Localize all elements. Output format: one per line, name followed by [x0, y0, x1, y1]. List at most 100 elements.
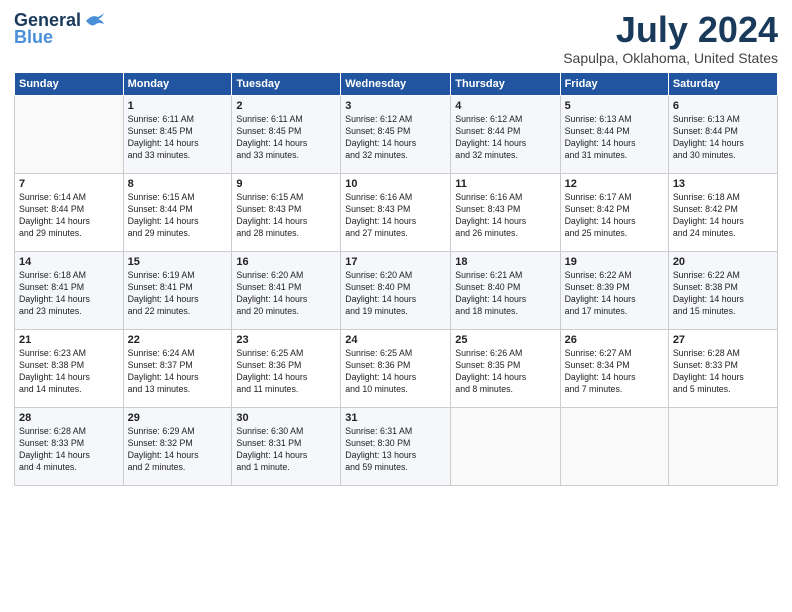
header-row: Sunday Monday Tuesday Wednesday Thursday… — [15, 72, 778, 95]
calendar-cell: 3Sunrise: 6:12 AM Sunset: 8:45 PM Daylig… — [341, 95, 451, 173]
calendar-cell: 1Sunrise: 6:11 AM Sunset: 8:45 PM Daylig… — [123, 95, 232, 173]
calendar-cell: 6Sunrise: 6:13 AM Sunset: 8:44 PM Daylig… — [668, 95, 777, 173]
header: General Blue July 2024 Sapulpa, Oklahoma… — [14, 10, 778, 66]
cell-info: Sunrise: 6:16 AM Sunset: 8:43 PM Dayligh… — [455, 192, 555, 240]
day-number: 15 — [128, 255, 228, 270]
col-tuesday: Tuesday — [232, 72, 341, 95]
calendar-cell: 18Sunrise: 6:21 AM Sunset: 8:40 PM Dayli… — [451, 251, 560, 329]
day-number: 21 — [19, 333, 119, 348]
week-row-3: 21Sunrise: 6:23 AM Sunset: 8:38 PM Dayli… — [15, 329, 778, 407]
cell-info: Sunrise: 6:31 AM Sunset: 8:30 PM Dayligh… — [345, 426, 446, 474]
day-number: 7 — [19, 177, 119, 192]
day-number: 31 — [345, 411, 446, 426]
calendar-cell: 24Sunrise: 6:25 AM Sunset: 8:36 PM Dayli… — [341, 329, 451, 407]
cell-info: Sunrise: 6:15 AM Sunset: 8:43 PM Dayligh… — [236, 192, 336, 240]
day-number: 17 — [345, 255, 446, 270]
day-number: 9 — [236, 177, 336, 192]
cell-info: Sunrise: 6:16 AM Sunset: 8:43 PM Dayligh… — [345, 192, 446, 240]
col-friday: Friday — [560, 72, 668, 95]
day-number: 10 — [345, 177, 446, 192]
logo-bird-icon — [84, 12, 106, 30]
cell-info: Sunrise: 6:19 AM Sunset: 8:41 PM Dayligh… — [128, 270, 228, 318]
cell-info: Sunrise: 6:28 AM Sunset: 8:33 PM Dayligh… — [673, 348, 773, 396]
cell-info: Sunrise: 6:22 AM Sunset: 8:38 PM Dayligh… — [673, 270, 773, 318]
cell-info: Sunrise: 6:27 AM Sunset: 8:34 PM Dayligh… — [565, 348, 664, 396]
calendar-cell: 7Sunrise: 6:14 AM Sunset: 8:44 PM Daylig… — [15, 173, 124, 251]
day-number: 14 — [19, 255, 119, 270]
cell-info: Sunrise: 6:13 AM Sunset: 8:44 PM Dayligh… — [673, 114, 773, 162]
day-number: 3 — [345, 99, 446, 114]
calendar-cell: 27Sunrise: 6:28 AM Sunset: 8:33 PM Dayli… — [668, 329, 777, 407]
cell-info: Sunrise: 6:18 AM Sunset: 8:42 PM Dayligh… — [673, 192, 773, 240]
calendar-cell: 20Sunrise: 6:22 AM Sunset: 8:38 PM Dayli… — [668, 251, 777, 329]
calendar-cell: 30Sunrise: 6:30 AM Sunset: 8:31 PM Dayli… — [232, 407, 341, 485]
col-wednesday: Wednesday — [341, 72, 451, 95]
cell-info: Sunrise: 6:25 AM Sunset: 8:36 PM Dayligh… — [345, 348, 446, 396]
day-number: 18 — [455, 255, 555, 270]
day-number: 11 — [455, 177, 555, 192]
calendar-cell: 8Sunrise: 6:15 AM Sunset: 8:44 PM Daylig… — [123, 173, 232, 251]
col-thursday: Thursday — [451, 72, 560, 95]
calendar-cell — [560, 407, 668, 485]
col-monday: Monday — [123, 72, 232, 95]
cell-info: Sunrise: 6:28 AM Sunset: 8:33 PM Dayligh… — [19, 426, 119, 474]
day-number: 27 — [673, 333, 773, 348]
location-title: Sapulpa, Oklahoma, United States — [563, 50, 778, 66]
day-number: 4 — [455, 99, 555, 114]
logo-blue-text: Blue — [14, 27, 53, 48]
calendar-cell: 9Sunrise: 6:15 AM Sunset: 8:43 PM Daylig… — [232, 173, 341, 251]
calendar-cell: 19Sunrise: 6:22 AM Sunset: 8:39 PM Dayli… — [560, 251, 668, 329]
day-number: 19 — [565, 255, 664, 270]
week-row-1: 7Sunrise: 6:14 AM Sunset: 8:44 PM Daylig… — [15, 173, 778, 251]
day-number: 30 — [236, 411, 336, 426]
cell-info: Sunrise: 6:12 AM Sunset: 8:45 PM Dayligh… — [345, 114, 446, 162]
logo: General Blue — [14, 10, 106, 48]
calendar-cell: 23Sunrise: 6:25 AM Sunset: 8:36 PM Dayli… — [232, 329, 341, 407]
day-number: 1 — [128, 99, 228, 114]
col-sunday: Sunday — [15, 72, 124, 95]
day-number: 28 — [19, 411, 119, 426]
calendar-cell: 13Sunrise: 6:18 AM Sunset: 8:42 PM Dayli… — [668, 173, 777, 251]
week-row-0: 1Sunrise: 6:11 AM Sunset: 8:45 PM Daylig… — [15, 95, 778, 173]
day-number: 29 — [128, 411, 228, 426]
cell-info: Sunrise: 6:20 AM Sunset: 8:40 PM Dayligh… — [345, 270, 446, 318]
day-number: 24 — [345, 333, 446, 348]
cell-info: Sunrise: 6:23 AM Sunset: 8:38 PM Dayligh… — [19, 348, 119, 396]
cell-info: Sunrise: 6:11 AM Sunset: 8:45 PM Dayligh… — [128, 114, 228, 162]
day-number: 2 — [236, 99, 336, 114]
day-number: 20 — [673, 255, 773, 270]
day-number: 23 — [236, 333, 336, 348]
cell-info: Sunrise: 6:20 AM Sunset: 8:41 PM Dayligh… — [236, 270, 336, 318]
day-number: 22 — [128, 333, 228, 348]
calendar-cell: 26Sunrise: 6:27 AM Sunset: 8:34 PM Dayli… — [560, 329, 668, 407]
calendar-cell: 31Sunrise: 6:31 AM Sunset: 8:30 PM Dayli… — [341, 407, 451, 485]
cell-info: Sunrise: 6:14 AM Sunset: 8:44 PM Dayligh… — [19, 192, 119, 240]
week-row-2: 14Sunrise: 6:18 AM Sunset: 8:41 PM Dayli… — [15, 251, 778, 329]
cell-info: Sunrise: 6:11 AM Sunset: 8:45 PM Dayligh… — [236, 114, 336, 162]
day-number: 25 — [455, 333, 555, 348]
calendar-cell: 2Sunrise: 6:11 AM Sunset: 8:45 PM Daylig… — [232, 95, 341, 173]
month-title: July 2024 — [563, 10, 778, 50]
calendar-cell: 29Sunrise: 6:29 AM Sunset: 8:32 PM Dayli… — [123, 407, 232, 485]
calendar-cell: 15Sunrise: 6:19 AM Sunset: 8:41 PM Dayli… — [123, 251, 232, 329]
cell-info: Sunrise: 6:26 AM Sunset: 8:35 PM Dayligh… — [455, 348, 555, 396]
calendar-cell: 4Sunrise: 6:12 AM Sunset: 8:44 PM Daylig… — [451, 95, 560, 173]
cell-info: Sunrise: 6:25 AM Sunset: 8:36 PM Dayligh… — [236, 348, 336, 396]
day-number: 8 — [128, 177, 228, 192]
calendar-cell: 12Sunrise: 6:17 AM Sunset: 8:42 PM Dayli… — [560, 173, 668, 251]
title-area: July 2024 Sapulpa, Oklahoma, United Stat… — [563, 10, 778, 66]
cell-info: Sunrise: 6:24 AM Sunset: 8:37 PM Dayligh… — [128, 348, 228, 396]
calendar-cell — [15, 95, 124, 173]
calendar-cell: 28Sunrise: 6:28 AM Sunset: 8:33 PM Dayli… — [15, 407, 124, 485]
page-container: General Blue July 2024 Sapulpa, Oklahoma… — [0, 0, 792, 496]
cell-info: Sunrise: 6:22 AM Sunset: 8:39 PM Dayligh… — [565, 270, 664, 318]
cell-info: Sunrise: 6:12 AM Sunset: 8:44 PM Dayligh… — [455, 114, 555, 162]
cell-info: Sunrise: 6:17 AM Sunset: 8:42 PM Dayligh… — [565, 192, 664, 240]
cell-info: Sunrise: 6:13 AM Sunset: 8:44 PM Dayligh… — [565, 114, 664, 162]
calendar-cell: 14Sunrise: 6:18 AM Sunset: 8:41 PM Dayli… — [15, 251, 124, 329]
cell-info: Sunrise: 6:21 AM Sunset: 8:40 PM Dayligh… — [455, 270, 555, 318]
calendar-cell: 5Sunrise: 6:13 AM Sunset: 8:44 PM Daylig… — [560, 95, 668, 173]
col-saturday: Saturday — [668, 72, 777, 95]
cell-info: Sunrise: 6:15 AM Sunset: 8:44 PM Dayligh… — [128, 192, 228, 240]
calendar-cell: 11Sunrise: 6:16 AM Sunset: 8:43 PM Dayli… — [451, 173, 560, 251]
